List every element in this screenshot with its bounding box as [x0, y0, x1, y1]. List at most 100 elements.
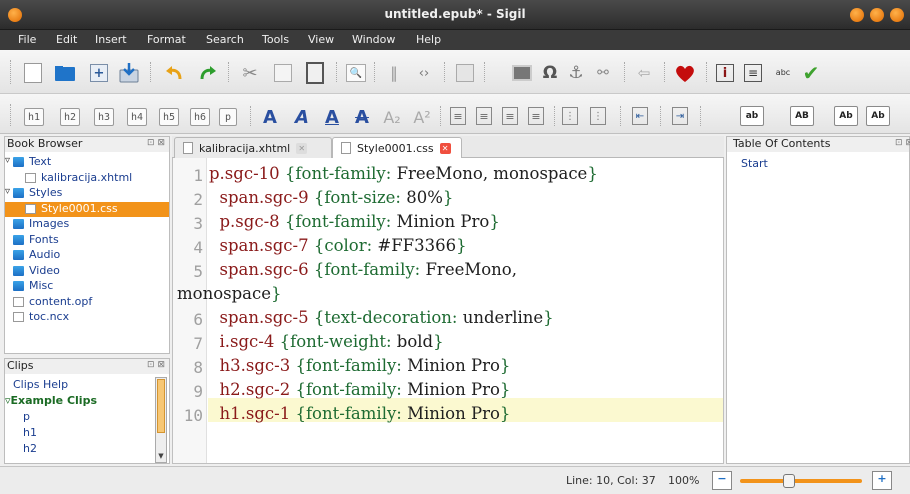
save-icon[interactable] — [118, 62, 140, 84]
code-editor[interactable]: 1 2 3 4 5 6 7 8 9 10 p.sgc-10 {font-family: FreeM… — [172, 158, 724, 464]
book-browser-item[interactable]: Style0001.css — [5, 201, 169, 217]
anchor-icon[interactable]: ⚓ — [566, 62, 586, 84]
decrease-indent-icon[interactable]: ⇤ — [632, 107, 648, 125]
maximize-button[interactable] — [870, 8, 884, 22]
heading-h4-button[interactable]: h4 — [127, 108, 147, 126]
close-button[interactable] — [890, 8, 904, 22]
heading-h2-button[interactable]: h2 — [60, 108, 80, 126]
book-browser-item[interactable]: toc.ncx — [5, 310, 169, 325]
paste-icon[interactable] — [306, 62, 324, 84]
clip-item[interactable]: Clips Help — [13, 378, 177, 393]
expand-arrow-icon[interactable]: ▿ — [5, 186, 10, 197]
copy-icon[interactable] — [274, 64, 292, 82]
book-browser-item[interactable]: Audio — [5, 248, 169, 263]
panel-float-close-icons[interactable]: ⊡ ⊠ — [895, 138, 910, 148]
meta-editor-icon[interactable] — [456, 64, 474, 82]
capitalize-button[interactable]: Ab — [834, 106, 858, 126]
numbered-list-icon[interactable]: ⋮ — [590, 107, 606, 125]
uppercase-button[interactable]: AB — [790, 106, 814, 126]
strikethrough-icon[interactable]: A — [352, 106, 372, 128]
menu-format[interactable]: Format — [147, 33, 186, 46]
menu-tools[interactable]: Tools — [262, 33, 289, 46]
justify-icon[interactable]: ≡ — [528, 107, 544, 125]
titlecase-button[interactable]: Ab — [866, 106, 890, 126]
superscript-icon[interactable]: A² — [412, 106, 432, 128]
italic-icon[interactable]: A — [292, 106, 312, 128]
book-browser-item[interactable]: content.opf — [5, 295, 169, 310]
add-file-icon[interactable]: + — [90, 64, 108, 82]
book-browser-item[interactable]: Fonts — [5, 233, 169, 248]
tab-kalibracija[interactable]: kalibracija.xhtml ✕ — [174, 137, 332, 158]
folder-icon — [13, 265, 24, 276]
zoom-out-button[interactable]: − — [712, 471, 732, 490]
close-tab-icon[interactable]: ✕ — [296, 142, 308, 154]
heading-h6-button[interactable]: h6 — [190, 108, 210, 126]
menu-window[interactable]: Window — [352, 33, 395, 46]
spellcheck-icon[interactable]: abc — [772, 60, 794, 84]
code-view-icon[interactable]: ‹› — [414, 63, 434, 83]
bold-icon[interactable]: A — [260, 106, 280, 128]
redo-icon[interactable] — [198, 64, 218, 82]
paragraph-button[interactable]: p — [219, 108, 237, 126]
special-character-icon[interactable]: Ω — [540, 62, 560, 84]
book-browser-item[interactable]: ▿ Styles — [5, 186, 169, 201]
zoom-slider[interactable] — [740, 479, 862, 483]
bullet-list-icon[interactable]: ⋮ — [562, 107, 578, 125]
code-line: span.sgc-5 {text-decoration: underline} — [209, 308, 554, 327]
line-number: 2 — [193, 190, 203, 209]
zoom-in-button[interactable]: + — [872, 471, 892, 490]
line-number: 5 — [193, 262, 203, 281]
expand-arrow-icon[interactable]: ▿ — [5, 155, 10, 166]
book-browser-item[interactable]: ▿ Text — [5, 155, 169, 170]
menu-insert[interactable]: Insert — [95, 33, 127, 46]
book-browser-panel: Book Browser ⊡ ⊠ ▿ Text kalibracija.xhtml ▿… — [4, 136, 170, 354]
align-right-icon[interactable]: ≡ — [502, 107, 518, 125]
close-tab-icon[interactable]: ✕ — [439, 142, 451, 154]
heart-icon[interactable] — [674, 62, 696, 84]
back-icon[interactable]: ⇦ — [634, 62, 654, 84]
folder-icon — [13, 157, 24, 167]
toolbar-separator — [336, 62, 337, 82]
find-icon[interactable]: 🔍 — [346, 64, 366, 82]
subscript-icon[interactable]: A₂ — [382, 106, 402, 128]
report-icon[interactable]: i — [716, 64, 734, 82]
validate-icon[interactable]: ✔ — [800, 61, 822, 85]
menu-view[interactable]: View — [308, 33, 334, 46]
toc-edit-icon[interactable]: ≡ — [744, 64, 762, 82]
menu-edit[interactable]: Edit — [56, 33, 77, 46]
book-browser-item[interactable]: Misc — [5, 279, 169, 294]
clips-scrollbar[interactable]: ▼ — [155, 377, 167, 463]
link-icon[interactable]: ⚯ — [592, 62, 614, 84]
split-icon[interactable]: ‖ — [384, 63, 404, 83]
cut-icon[interactable]: ✂ — [240, 62, 260, 84]
open-folder-icon[interactable] — [54, 64, 76, 82]
underline-icon[interactable]: A — [322, 106, 342, 128]
panel-float-close-icons[interactable]: ⊡ ⊠ — [147, 138, 165, 148]
align-center-icon[interactable]: ≡ — [476, 107, 492, 125]
undo-icon[interactable] — [164, 64, 184, 82]
minimize-button[interactable] — [850, 8, 864, 22]
zoom-slider-thumb[interactable] — [782, 474, 795, 488]
menu-file[interactable]: File — [18, 33, 36, 46]
menu-search[interactable]: Search — [206, 33, 244, 46]
menu-bar: File Edit Insert Format Search Tools Vie… — [0, 30, 910, 50]
status-bar: Line: 10, Col: 37 100% − + — [0, 466, 910, 494]
tab-style0001[interactable]: Style0001.css ✕ — [332, 137, 462, 158]
toc-item[interactable]: Start — [741, 157, 768, 170]
scrollbar-thumb[interactable] — [157, 379, 165, 433]
panel-float-close-icons[interactable]: ⊡ ⊠ — [147, 360, 165, 370]
heading-h5-button[interactable]: h5 — [159, 108, 179, 126]
book-browser-item[interactable]: Video — [5, 264, 169, 279]
lowercase-button[interactable]: ab — [740, 106, 764, 126]
heading-h1-button[interactable]: h1 — [24, 108, 44, 126]
clip-item[interactable]: ▿Example Clips — [5, 394, 169, 409]
menu-help[interactable]: Help — [416, 33, 441, 46]
increase-indent-icon[interactable]: ⇥ — [672, 107, 688, 125]
insert-image-icon[interactable] — [512, 65, 532, 81]
scroll-down-icon[interactable]: ▼ — [156, 452, 166, 462]
heading-h3-button[interactable]: h3 — [94, 108, 114, 126]
book-browser-item[interactable]: Images — [5, 217, 169, 232]
book-browser-item[interactable]: kalibracija.xhtml — [5, 171, 169, 186]
new-file-icon[interactable] — [24, 63, 42, 83]
align-left-icon[interactable]: ≡ — [450, 107, 466, 125]
